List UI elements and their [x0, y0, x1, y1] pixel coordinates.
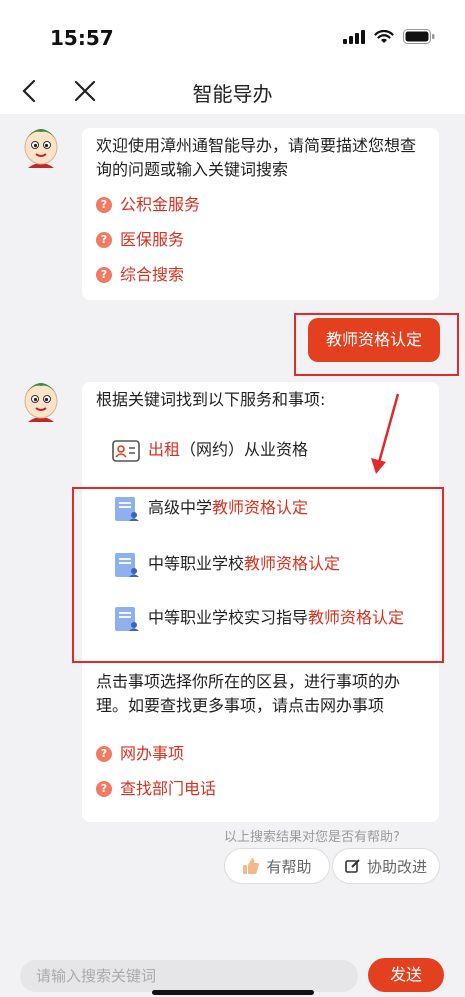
status-time: 15:57: [50, 26, 114, 50]
service-highlight: 出租: [148, 440, 181, 459]
id-card-icon: [112, 440, 140, 462]
search-input[interactable]: [20, 960, 358, 992]
signal-icon: [343, 29, 365, 44]
annotation-arrow: [371, 393, 400, 474]
annotation-frame: [72, 487, 444, 663]
bot-avatar: [24, 129, 58, 168]
status-bar: 15:57: [0, 0, 465, 70]
helpful-label: 有帮助: [266, 857, 312, 876]
question-icon: ?: [96, 781, 112, 797]
link-label: 查找部门电话: [120, 779, 217, 798]
quick-link-medical[interactable]: ? 医保服务: [96, 228, 425, 252]
improve-label: 协助改进: [366, 857, 427, 876]
link-label: 网办事项: [120, 744, 185, 763]
edit-icon: [345, 859, 360, 873]
quick-link-label: 综合搜索: [120, 265, 185, 284]
annotation-frame: [294, 313, 459, 376]
bot-avatar: [24, 383, 58, 422]
service-name: （网约）从业资格: [180, 440, 309, 459]
question-icon: ?: [96, 267, 112, 283]
quick-link-search[interactable]: ? 综合搜索: [96, 263, 425, 287]
greeting-bubble: 欢迎使用漳州通智能导办，请简要描述您想查询的问题或输入关键词搜索 ? 公积金服务…: [82, 128, 439, 300]
question-icon: ?: [96, 197, 112, 213]
helpful-button[interactable]: 有帮助: [224, 848, 330, 884]
question-icon: ?: [96, 232, 112, 248]
result-tail-text: 点击事项选择你所在的区县，进行事项的办理。如要查找更多事项，请点击网办事项: [96, 672, 401, 715]
feedback-question: 以上搜索结果对您是否有帮助?: [224, 830, 400, 845]
battery-icon: [403, 29, 435, 44]
nav-bar: 智能导办: [0, 70, 465, 114]
link-department-phone[interactable]: ? 查找部门电话: [96, 777, 216, 801]
status-icons: [343, 29, 435, 44]
wifi-icon: [374, 29, 394, 43]
send-button[interactable]: 发送: [368, 958, 444, 992]
greeting-text: 欢迎使用漳州通智能导办，请简要描述您想查询的问题或输入关键词搜索: [96, 136, 417, 179]
home-indicator: [152, 990, 314, 995]
quick-link-housing-fund[interactable]: ? 公积金服务: [96, 193, 425, 217]
quick-link-label: 医保服务: [120, 230, 185, 249]
link-online-services[interactable]: ? 网办事项: [96, 742, 216, 766]
thumbs-up-icon: [243, 858, 260, 874]
quick-link-label: 公积金服务: [120, 195, 201, 214]
service-item-taxi[interactable]: 出租（网约）从业资格: [112, 438, 308, 464]
improve-button[interactable]: 协助改进: [332, 848, 440, 884]
question-icon: ?: [96, 746, 112, 762]
page-title: 智能导办: [192, 82, 273, 106]
